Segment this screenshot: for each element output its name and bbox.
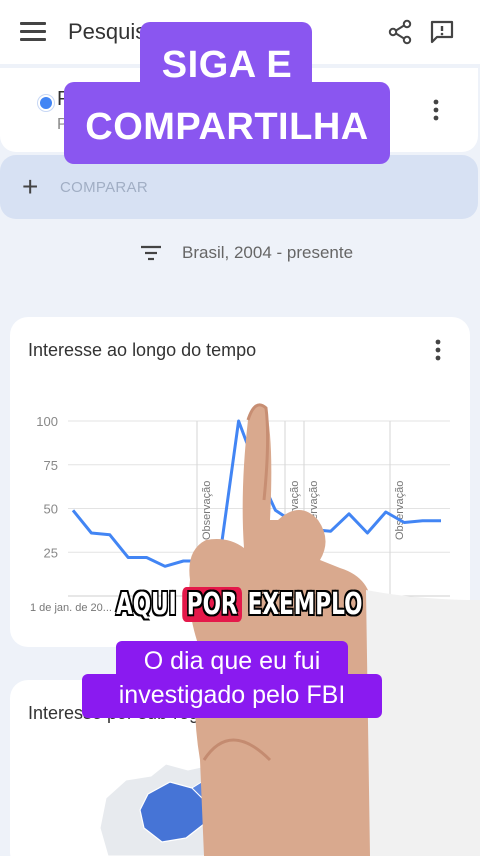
menu-icon[interactable]	[20, 22, 46, 42]
app-screen: Pesquis P P + COMPARAR Brasil, 2004 - pr…	[0, 0, 480, 856]
brazil-map	[99, 763, 246, 856]
cta-line-2: COMPARTILHA	[85, 106, 369, 148]
subtitle-line-1: O dia que eu fui	[143, 647, 321, 675]
caption-main: AQUI POR EXEMPLO	[116, 582, 362, 626]
plus-icon: +	[22, 171, 39, 202]
chart-more-icon[interactable]	[430, 338, 446, 362]
feedback-icon[interactable]	[428, 18, 456, 46]
filter-icon[interactable]	[140, 244, 162, 262]
compare-label: COMPARAR	[60, 179, 148, 196]
filter-summary[interactable]: Brasil, 2004 - presente	[182, 243, 353, 263]
compare-button[interactable]: + COMPARAR	[0, 155, 478, 219]
cta-line-1: SIGA E	[161, 44, 293, 86]
caption-word-highlight: POR	[182, 586, 242, 622]
caption-word-3: EXEMPLO	[247, 586, 363, 622]
chart-title: Interesse ao longo do tempo	[28, 340, 257, 360]
more-vert-icon[interactable]	[428, 98, 444, 122]
subtitle-line-2: investigado pelo FBI	[118, 681, 346, 709]
caption-word-1: AQUI	[116, 586, 177, 622]
term-color-dot	[38, 95, 54, 111]
share-icon[interactable]	[386, 18, 414, 46]
